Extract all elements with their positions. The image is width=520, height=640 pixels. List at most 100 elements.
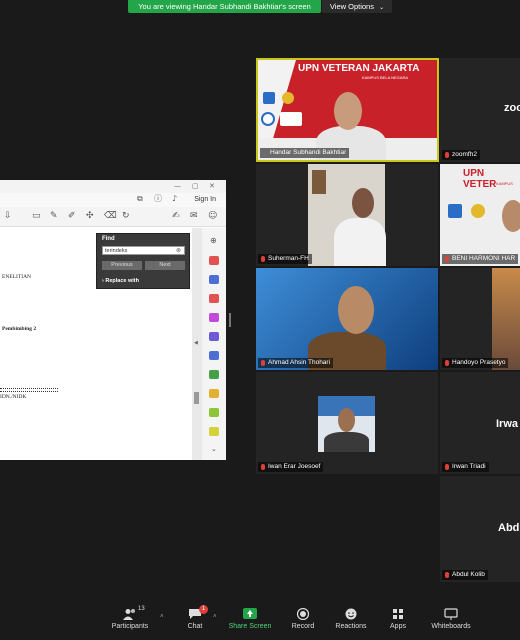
note-icon[interactable] <box>209 427 219 436</box>
participants-button[interactable]: 13 Participants <box>100 606 160 630</box>
trash-icon[interactable]: ⌫ <box>104 212 117 221</box>
participant-name: Irwan Triadi <box>442 462 489 472</box>
bell-icon[interactable]: ♪ <box>172 195 177 203</box>
replace-with-toggle[interactable]: › Replace with <box>102 278 139 284</box>
minimize-icon[interactable]: — <box>174 182 181 190</box>
mic-muted-icon <box>261 256 265 262</box>
pen-icon[interactable]: ✎ <box>50 212 58 221</box>
video-tile[interactable]: Abd Abdul Kolib <box>440 476 520 582</box>
comment-tool-icon[interactable] <box>209 389 219 398</box>
participant-head <box>338 286 374 334</box>
share-screen-label: Share Screen <box>228 623 272 630</box>
kampus-merdeka-logo <box>280 112 302 126</box>
signature-line <box>0 388 58 389</box>
logo-icon <box>263 92 275 104</box>
meeting-toolbar: 13 Participants ˄ 1 Chat ˄ Share Screen … <box>0 600 520 640</box>
save-down-icon[interactable]: ⇩ <box>4 212 12 221</box>
find-title: Find <box>102 236 115 242</box>
video-tile[interactable]: zoo zoomfh2 <box>440 58 520 162</box>
collapse-left-icon[interactable]: ◀ <box>194 340 198 346</box>
close-icon[interactable]: ✕ <box>209 182 215 190</box>
rotate-icon[interactable]: ↻ <box>122 212 130 221</box>
chevron-up-icon[interactable]: ˄ <box>213 614 217 620</box>
profile-picture <box>318 396 375 452</box>
mic-muted-icon <box>261 360 265 366</box>
video-tile[interactable]: Handoyo Prasetyo <box>440 268 520 370</box>
clear-icon[interactable]: ⊗ <box>176 247 181 256</box>
wall-frame <box>312 170 326 194</box>
video-tile[interactable]: Irwa Irwan Triadi <box>440 372 520 474</box>
doc-text-line: Pembimbing 2 <box>2 326 37 332</box>
maximize-icon[interactable]: ▢ <box>192 182 199 190</box>
logo-icon <box>471 204 485 218</box>
view-options-label: View Options <box>329 2 374 11</box>
banner-title: UPN VETER <box>463 168 497 190</box>
scrollbar-thumb[interactable] <box>194 392 199 404</box>
create-pdf-icon[interactable] <box>209 275 219 284</box>
video-tile[interactable]: UPN VETER KAMPUS BENI HARMONI HAR <box>440 164 520 266</box>
apps-icon <box>393 609 403 619</box>
logo-icon <box>448 204 462 218</box>
participant-name: Ahmad Ahsin Thohari <box>258 358 334 368</box>
mic-muted-icon <box>445 360 449 366</box>
find-input[interactable]: terindeks ⊗ <box>102 246 185 255</box>
zoom-icon[interactable]: ⊕ <box>210 237 217 245</box>
participant-name: Handoyo Prasetyo <box>442 358 509 368</box>
apps-label: Apps <box>390 623 406 630</box>
comment-icon[interactable]: ▭ <box>32 212 41 221</box>
record-label: Record <box>291 623 315 630</box>
split-drag-handle[interactable] <box>229 313 231 327</box>
participant-initials: zoo <box>504 102 520 114</box>
highlight-icon[interactable]: ✐ <box>68 212 76 221</box>
account-icon[interactable]: ☺ <box>208 212 217 221</box>
signature-line <box>0 391 58 392</box>
find-dialog: Find terindeks ⊗ Previous Next › Replace… <box>96 233 190 289</box>
chevron-down-icon: ⌄ <box>379 5 385 11</box>
apps-button[interactable]: Apps <box>368 608 428 630</box>
participant-initials: Irwa <box>496 418 519 430</box>
participant-name: Suherman-FH <box>258 254 312 264</box>
sign-icon[interactable]: ✍ <box>172 212 180 221</box>
stamp-icon[interactable]: ✣ <box>86 212 94 221</box>
stamp-tool-icon[interactable] <box>209 408 219 417</box>
organize-icon[interactable] <box>209 313 219 322</box>
edit-pdf-icon[interactable] <box>209 294 219 303</box>
whiteboards-button[interactable]: Whiteboards <box>421 608 481 630</box>
shared-screen[interactable]: — ▢ ✕ ⧉ ⓘ ♪ Sign In ⇩ ▭ ✎ ✐ ✣ ⌫ ↻ ✍ ✉ ☺ … <box>0 180 226 460</box>
fill-sign-icon[interactable] <box>209 332 219 341</box>
whiteboard-icon <box>444 608 458 620</box>
reactions-label: Reactions <box>335 623 367 630</box>
export-pdf-icon[interactable] <box>209 256 219 265</box>
banner-title: UPN VETERAN JAKARTA <box>298 63 420 74</box>
help-icon[interactable]: ⓘ <box>154 195 162 203</box>
window-titlebar: — ▢ ✕ <box>0 180 226 193</box>
collapse-panel-icon[interactable]: ⇥ <box>211 459 217 461</box>
vertical-scrollbar[interactable]: ◀ <box>192 228 202 460</box>
find-query: terindeks <box>105 248 128 254</box>
video-tile[interactable]: Suherman-FH <box>256 164 438 266</box>
protect-icon[interactable] <box>209 370 219 379</box>
view-options-button[interactable]: View Options ⌄ <box>322 0 392 13</box>
send-icon[interactable] <box>209 351 219 360</box>
participant-name: Iwan Erar Joesoef <box>258 462 324 472</box>
chevron-up-icon[interactable]: ˄ <box>160 614 164 620</box>
sign-in-link[interactable]: Sign In <box>194 196 216 203</box>
previous-button[interactable]: Previous <box>102 261 142 270</box>
participant-initials: Abd <box>498 522 520 534</box>
mail-icon[interactable]: ✉ <box>190 212 198 221</box>
video-tile[interactable]: UPN VETERAN JAKARTA KAMPUS BELA NEGARA H… <box>256 58 439 162</box>
video-tile[interactable]: Iwan Erar Joesoef <box>256 372 438 474</box>
participant-name: Handar Subhandi Bakhtiar <box>260 148 350 158</box>
chat-label: Chat <box>187 623 203 630</box>
video-tile[interactable]: Ahmad Ahsin Thohari <box>256 268 438 370</box>
pdf-toolbar: ⇩ ▭ ✎ ✐ ✣ ⌫ ↻ ✍ ✉ ☺ <box>0 207 226 227</box>
speaker-head <box>334 92 362 130</box>
replace-with-label: Replace with <box>105 278 139 284</box>
next-button[interactable]: Next <box>145 261 185 270</box>
chevron-down-icon[interactable]: ⌄ <box>211 446 217 453</box>
mic-muted-icon <box>261 464 265 470</box>
participant-body <box>334 218 386 266</box>
screen-icon[interactable]: ⧉ <box>137 195 143 203</box>
participants-label: Participants <box>111 623 149 630</box>
share-screen-button[interactable]: Share Screen <box>220 608 280 630</box>
